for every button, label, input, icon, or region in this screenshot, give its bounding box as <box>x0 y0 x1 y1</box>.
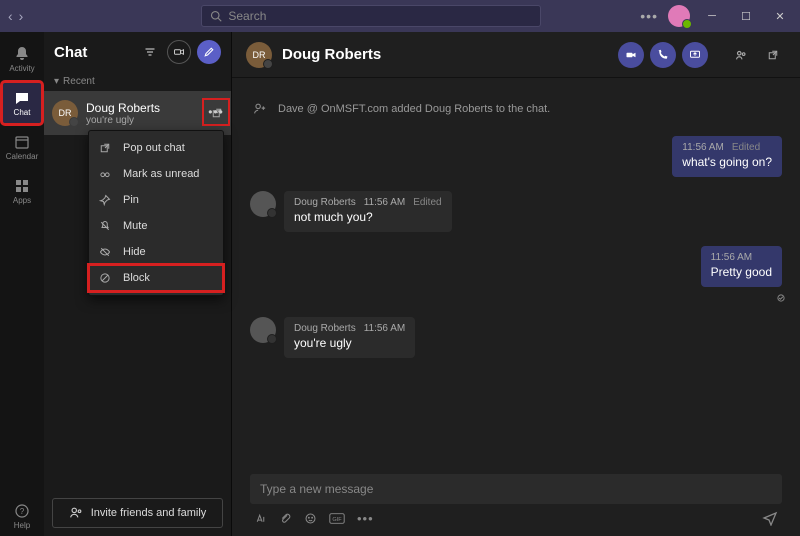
chat-content: DR Doug Roberts Dave @ OnMSFT.com added … <box>232 32 800 536</box>
hide-icon <box>99 246 113 258</box>
search-placeholder: Search <box>228 9 266 23</box>
search-icon <box>210 10 222 22</box>
nav-back-icon[interactable]: ‹ <box>8 8 13 24</box>
svg-text:?: ? <box>20 507 25 516</box>
invite-friends-button[interactable]: Invite friends and family <box>52 498 223 528</box>
message-row: 11:56 AM Pretty good <box>250 246 782 303</box>
sidebar-title: Chat <box>54 44 133 61</box>
message-row: Doug Roberts11:56 AMEdited not much you? <box>250 191 782 232</box>
popout-button[interactable] <box>760 42 786 68</box>
svg-text:GIF: GIF <box>332 516 342 522</box>
message-composer: Type a new message GIF ••• <box>232 466 800 536</box>
rail-apps[interactable]: Apps <box>2 170 42 212</box>
rail-chat[interactable]: Chat <box>2 82 42 124</box>
compose-button[interactable] <box>197 40 221 64</box>
emoji-icon[interactable] <box>304 512 317 525</box>
message-bubble-in[interactable]: Doug Roberts11:56 AMEdited not much you? <box>284 191 452 232</box>
person-add-icon <box>250 100 268 118</box>
menu-pin[interactable]: Pin <box>89 187 223 213</box>
message-row: Doug Roberts11:56 AM you're ugly <box>250 317 782 358</box>
menu-popout[interactable]: Pop out chat <box>89 135 223 161</box>
chat-list-item[interactable]: DR Doug Roberts you're ugly ••• <box>44 91 231 135</box>
more-horizontal-icon: ••• <box>208 105 224 119</box>
header-avatar: DR <box>246 42 272 68</box>
block-icon <box>99 272 113 284</box>
rail-activity[interactable]: Activity <box>2 38 42 80</box>
menu-hide[interactable]: Hide <box>89 239 223 265</box>
filter-icon[interactable] <box>139 41 161 63</box>
more-icon[interactable]: ••• <box>640 8 658 24</box>
meet-now-button[interactable] <box>167 40 191 64</box>
audio-call-button[interactable] <box>650 42 676 68</box>
search-input[interactable]: Search <box>201 5 541 27</box>
more-tools-icon[interactable]: ••• <box>357 511 374 526</box>
message-row: 11:56 AMEdited what's going on? <box>250 136 782 177</box>
popout-icon <box>99 142 113 154</box>
glasses-icon <box>99 168 113 180</box>
pin-icon <box>99 194 113 206</box>
minimize-button[interactable]: ─ <box>700 4 724 28</box>
message-input[interactable]: Type a new message <box>250 474 782 504</box>
maximize-button[interactable]: ☐ <box>734 4 758 28</box>
message-list: Dave @ OnMSFT.com added Doug Roberts to … <box>232 78 800 466</box>
message-bubble-out[interactable]: 11:56 AM Pretty good <box>701 246 782 287</box>
app-rail: Activity Chat Calendar Apps ? Help <box>0 32 44 536</box>
sidebar-section-recent[interactable]: ▾Recent <box>44 72 231 91</box>
menu-block[interactable]: Block <box>89 265 223 291</box>
chat-item-name: Doug Roberts <box>86 101 203 115</box>
menu-mark-unread[interactable]: Mark as unread <box>89 161 223 187</box>
menu-mute[interactable]: Mute <box>89 213 223 239</box>
chat-context-menu: Pop out chat Mark as unread Pin Mute Hid… <box>88 130 224 296</box>
avatar: DR <box>52 100 78 126</box>
chat-header-name: Doug Roberts <box>282 46 608 63</box>
titlebar: ‹ › Search ••• ─ ☐ ✕ <box>0 0 800 32</box>
mute-icon <box>99 220 113 232</box>
system-message: Dave @ OnMSFT.com added Doug Roberts to … <box>250 100 782 118</box>
send-button[interactable] <box>762 510 778 526</box>
bell-icon <box>14 46 30 62</box>
screen-share-button[interactable] <box>682 42 708 68</box>
chat-item-preview: you're ugly <box>86 115 203 126</box>
chat-icon <box>14 90 30 106</box>
chat-item-more-button[interactable]: ••• <box>203 99 229 125</box>
message-avatar <box>250 317 276 343</box>
close-button[interactable]: ✕ <box>768 4 792 28</box>
rail-help[interactable]: ? Help <box>2 496 42 536</box>
rail-calendar[interactable]: Calendar <box>2 126 42 168</box>
gif-icon[interactable]: GIF <box>329 512 345 525</box>
nav-forward-icon[interactable]: › <box>19 8 24 24</box>
people-add-icon <box>69 506 83 520</box>
read-receipt-icon <box>776 293 786 303</box>
profile-avatar[interactable] <box>668 5 690 27</box>
chat-header: DR Doug Roberts <box>232 32 800 78</box>
video-call-button[interactable] <box>618 42 644 68</box>
calendar-icon <box>14 134 30 150</box>
message-bubble-in[interactable]: Doug Roberts11:56 AM you're ugly <box>284 317 415 358</box>
people-button[interactable] <box>728 42 754 68</box>
message-bubble-out[interactable]: 11:56 AMEdited what's going on? <box>672 136 782 177</box>
format-icon[interactable] <box>254 512 267 525</box>
apps-icon <box>14 178 30 194</box>
message-avatar <box>250 191 276 217</box>
attach-icon[interactable] <box>279 512 292 525</box>
help-icon: ? <box>14 503 30 519</box>
